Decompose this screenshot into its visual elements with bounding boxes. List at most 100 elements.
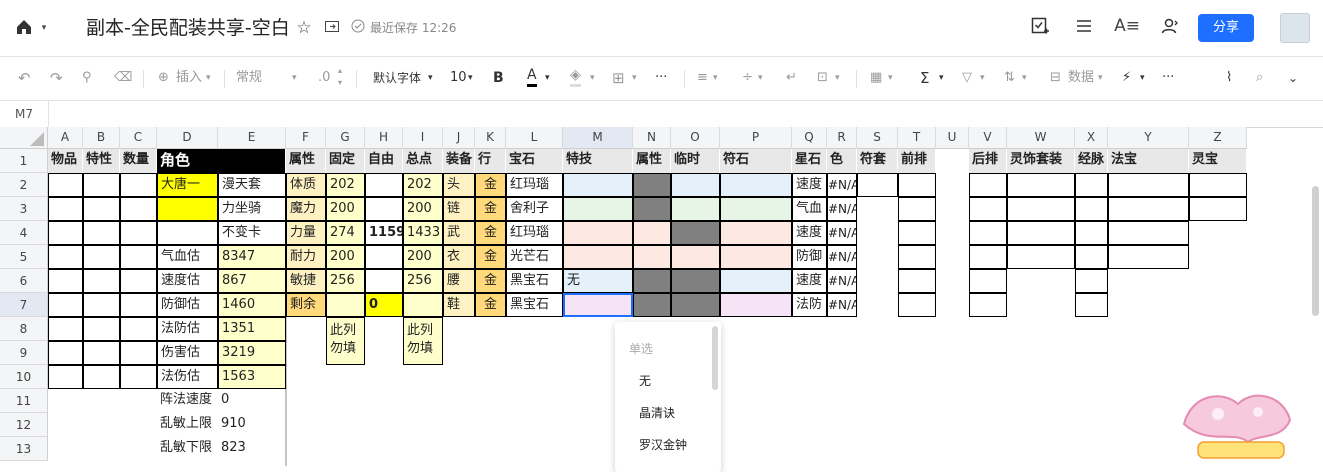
fill-color-icon[interactable]: ◈ — [570, 66, 581, 87]
chevron-down-icon[interactable]: ▾ — [1022, 68, 1027, 88]
star-stone[interactable]: 速度 — [792, 269, 827, 293]
temp-cell[interactable] — [671, 221, 720, 245]
empty-cell[interactable] — [1007, 197, 1075, 221]
chevron-down-icon[interactable]: ▾ — [206, 68, 211, 88]
header-d[interactable]: 角色 — [157, 149, 286, 173]
header-n[interactable]: 属性 — [633, 149, 671, 173]
attr-free[interactable] — [365, 269, 403, 293]
redo-icon[interactable]: ↷ — [50, 68, 63, 88]
element[interactable]: 金 — [475, 245, 506, 269]
empty-cell[interactable] — [83, 269, 120, 293]
formula-bar[interactable] — [48, 101, 1323, 127]
header-q[interactable]: 星石 — [792, 149, 827, 173]
column-header-a[interactable]: A — [48, 127, 83, 149]
attr-cell[interactable] — [633, 269, 671, 293]
chevron-down-icon[interactable]: ▾ — [758, 68, 763, 88]
stat-label[interactable]: 防御估 — [157, 293, 218, 317]
attr-cell[interactable] — [633, 293, 671, 317]
color-cell[interactable]: #N/A — [827, 221, 857, 245]
attr-fixed[interactable] — [326, 293, 365, 317]
chevron-down-icon[interactable]: ▾ — [939, 68, 944, 88]
row-header-13[interactable]: 13 — [0, 437, 48, 461]
attr-total[interactable]: 256 — [403, 269, 443, 293]
role-empty[interactable] — [157, 221, 218, 245]
color-cell[interactable]: #N/A — [827, 245, 857, 269]
borders-icon[interactable]: ⊞ — [612, 68, 625, 88]
column-header-l[interactable]: L — [506, 127, 563, 149]
empty-cell[interactable] — [83, 197, 120, 221]
empty-cell[interactable] — [120, 173, 157, 197]
column-header-t[interactable]: T — [898, 127, 936, 149]
number-format-select[interactable]: 常规 — [236, 68, 262, 88]
empty-cell[interactable] — [120, 197, 157, 221]
insert-button[interactable]: 插入 — [176, 68, 202, 88]
share-button[interactable]: 分享 — [1198, 14, 1254, 42]
header-l[interactable]: 宝石 — [506, 149, 563, 173]
role-mount[interactable]: 力坐骑 — [218, 197, 286, 221]
note-cell[interactable]: 此列 勿填 — [326, 317, 365, 365]
select-all-corner[interactable] — [0, 127, 48, 149]
chevron-down-icon[interactable]: ▾ — [38, 18, 50, 38]
header-o[interactable]: 临时 — [671, 149, 720, 173]
chevron-down-icon[interactable]: ▾ — [545, 68, 550, 88]
empty-cell[interactable] — [969, 221, 1007, 245]
move-to-folder-icon[interactable] — [322, 18, 342, 39]
empty-cell[interactable] — [83, 245, 120, 269]
stat-value[interactable]: 1351 — [218, 317, 286, 341]
document-title[interactable]: 副本-全民配装共享-空白 — [86, 15, 290, 41]
stat-label[interactable]: 法伤估 — [157, 365, 218, 389]
header-p[interactable]: 符石 — [720, 149, 792, 173]
attr-name[interactable]: 力量 — [286, 221, 326, 245]
gem[interactable]: 红玛瑙 — [506, 173, 563, 197]
stat-value[interactable]: 0 — [218, 389, 286, 413]
attr-name[interactable]: 耐力 — [286, 245, 326, 269]
column-header-i[interactable]: I — [403, 127, 443, 149]
empty-cell[interactable] — [120, 365, 157, 389]
skill-cell[interactable] — [563, 197, 633, 221]
empty-cell[interactable] — [898, 197, 936, 221]
header-y[interactable]: 法宝 — [1108, 149, 1189, 173]
align-left-icon[interactable]: ≡ — [697, 68, 708, 88]
name-box[interactable]: M7 — [15, 105, 33, 123]
empty-cell[interactable] — [969, 245, 1007, 269]
empty-cell[interactable] — [48, 173, 83, 197]
column-header-f[interactable]: F — [286, 127, 326, 149]
avatar[interactable] — [1280, 13, 1310, 43]
attr-name[interactable]: 敏捷 — [286, 269, 326, 293]
attr-free[interactable] — [365, 197, 403, 221]
color-cell[interactable]: #N/A — [827, 293, 857, 317]
sort-icon[interactable]: ⇅ — [1004, 68, 1015, 88]
temp-cell[interactable] — [671, 293, 720, 317]
sum-button[interactable]: Σ — [920, 68, 929, 88]
column-header-x[interactable]: X — [1075, 127, 1108, 149]
empty-cell[interactable] — [1108, 197, 1189, 221]
wrap-text-icon[interactable]: ↵ — [786, 68, 797, 88]
rune-cell[interactable] — [720, 293, 792, 317]
empty-cell[interactable] — [1075, 269, 1108, 293]
row-header-12[interactable]: 12 — [0, 413, 48, 437]
attr-fixed[interactable]: 274 — [326, 221, 365, 245]
brush-icon[interactable]: ⌇ — [1226, 68, 1232, 88]
gem[interactable]: 红玛瑙 — [506, 221, 563, 245]
chevron-down-icon[interactable]: ▾ — [1140, 68, 1145, 88]
empty-cell[interactable] — [83, 317, 120, 341]
column-header-d[interactable]: D — [157, 127, 218, 149]
data-icon[interactable]: ⊟ — [1050, 68, 1061, 88]
row-header-11[interactable]: 11 — [0, 389, 48, 413]
dropdown-option[interactable]: 晶清诀 — [639, 404, 675, 422]
gem[interactable]: 光芒石 — [506, 245, 563, 269]
empty-cell[interactable] — [120, 341, 157, 365]
star-stone[interactable]: 速度 — [792, 221, 827, 245]
empty-cell[interactable] — [898, 293, 936, 317]
empty-cell[interactable] — [898, 221, 936, 245]
empty-cell[interactable] — [83, 365, 120, 389]
row-header-3[interactable]: 3 — [0, 197, 48, 221]
formula-icon[interactable]: ⚡ — [1122, 68, 1131, 88]
element[interactable]: 金 — [475, 269, 506, 293]
empty-cell[interactable] — [1108, 173, 1189, 197]
filter-icon[interactable]: ▽ — [962, 68, 972, 88]
attr-free[interactable]: 1159 — [365, 221, 403, 245]
empty-cell[interactable] — [969, 269, 1007, 293]
rune-cell[interactable] — [720, 221, 792, 245]
gem[interactable]: 舍利子 — [506, 197, 563, 221]
